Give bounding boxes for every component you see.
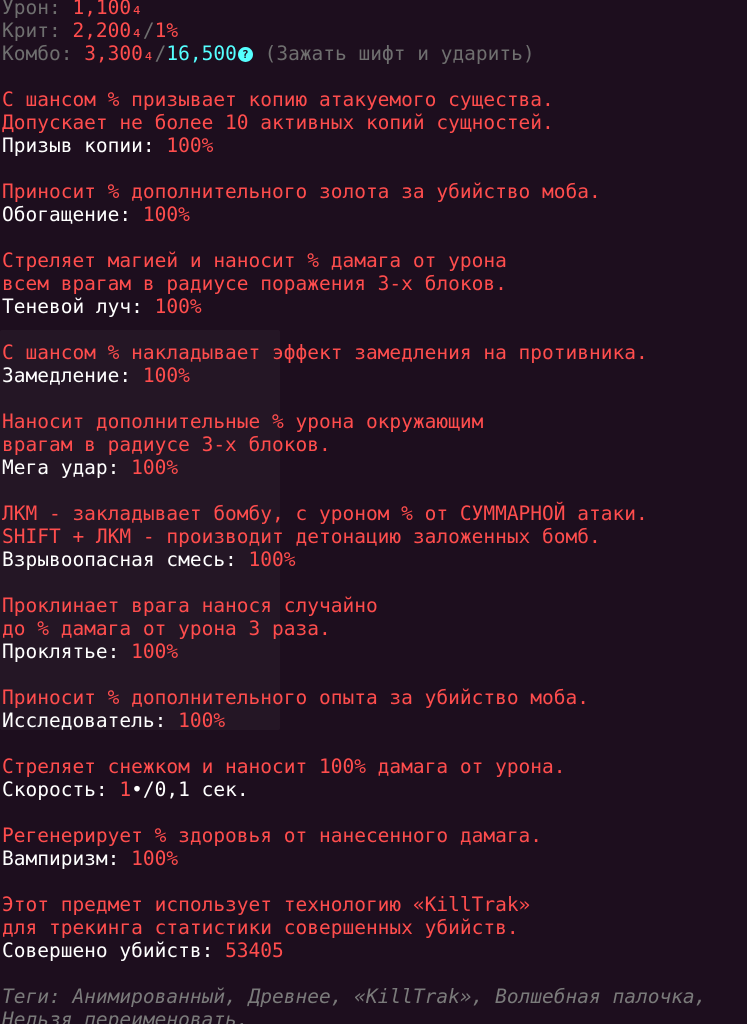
ability-description: Стреляет снежком и наносит 100% дамага о… [2, 755, 566, 778]
abilities-list: С шансом % призывает копию атакуемого су… [2, 88, 747, 985]
ability-stat: Исследователь: 100% [2, 709, 747, 732]
crit-sign-icon: ₄ [131, 19, 143, 42]
ability-stat: Вампиризм: 100% [2, 847, 747, 870]
ability-description: до % дамага от урона 3 раза. [2, 617, 331, 640]
ability-name: Взрывоопасная смесь: [2, 548, 249, 571]
ability-value: 100% [178, 709, 226, 732]
tags-line-2: Нельзя переименовать. [2, 1008, 249, 1024]
ability-description: Этот предмет использует технологию «Kill… [2, 893, 531, 916]
ability-block: ЛКМ - закладывает бомбу, с уроном % от С… [2, 502, 747, 594]
combo-stat: Комбо: 3,300₄/16,500? (Зажать шифт и уда… [2, 42, 747, 65]
ability-description: для трекинга статистики совершенных убий… [2, 916, 519, 939]
ability-stat: Мега удар: 100% [2, 456, 747, 479]
ability-value: 100% [154, 295, 202, 318]
crit-chance: 1% [154, 19, 179, 42]
ability-description: Наносит дополнительные % урона окружающи… [2, 410, 484, 433]
damage-stat: Урон: 1,100₄ [2, 0, 747, 19]
ability-name: Проклятье: [2, 640, 132, 663]
ability-value: 100% [131, 456, 179, 479]
ability-stat: Замедление: 100% [2, 364, 747, 387]
ability-block: Этот предмет использует технологию «Kill… [2, 893, 747, 985]
combo-label: Комбо: [2, 42, 85, 65]
damage-sign-icon: ₄ [131, 0, 143, 19]
combo-hint: (Зажать шифт и ударить) [252, 42, 535, 65]
ability-description: Регенерирует % здоровья от нанесенного д… [2, 824, 543, 847]
ability-value: 100% [131, 847, 179, 870]
crit-stat: Крит: 2,200₄/1% [2, 19, 747, 42]
ability-block: С шансом % накладывает эффект замедления… [2, 341, 747, 410]
ability-description: Приносит % дополнительного золота за уби… [2, 180, 601, 203]
ability-value-suffix: /0,1 сек. [142, 778, 249, 801]
ability-value: 100% [166, 134, 214, 157]
crit-value: 2,200 [72, 19, 132, 42]
combo-sign-icon: ₄ [142, 42, 155, 65]
ability-block: Проклинает врага нанося случайно до % дам… [2, 594, 747, 686]
ability-description: Стреляет магией и наносит % дамага от ур… [2, 249, 507, 272]
ability-description: Допускает не более 10 активных копий сущ… [2, 111, 554, 134]
ability-stat: Взрывоопасная смесь: 100% [2, 548, 747, 571]
ability-stat: Проклятье: 100% [2, 640, 747, 663]
ability-name: Призыв копии: [2, 134, 167, 157]
ability-description: врагам в радиусе 3-х блоков. [2, 433, 331, 456]
ability-value: 100% [131, 640, 179, 663]
damage-value: 1,100 [72, 0, 132, 19]
ability-description: С шансом % призывает копию атакуемого су… [2, 88, 554, 111]
ability-stat: Обогащение: 100% [2, 203, 747, 226]
combo-max: 16,500 [166, 42, 237, 65]
ability-name: Скорость: [2, 778, 120, 801]
ability-name: Теневой луч: [2, 295, 155, 318]
ability-name: Вампиризм: [2, 847, 132, 870]
ability-stat: Скорость: 1•/0,1 сек. [2, 778, 747, 801]
question-icon: ? [237, 47, 253, 62]
ability-block: Наносит дополнительные % урона окружающи… [2, 410, 747, 502]
tooltip-content: Урон: 1,100₄ Крит: 2,200₄/1% Комбо: 3,30… [2, 0, 747, 1024]
ability-name: Исследователь: [2, 709, 179, 732]
ability-block: Стреляет магией и наносит % дамага от ур… [2, 249, 747, 341]
ability-description: SHIFT + ЛКМ - производит детонацию залож… [2, 525, 601, 548]
ability-name: Мега удар: [2, 456, 132, 479]
ability-block: Регенерирует % здоровья от нанесенного д… [2, 824, 747, 893]
ability-block: Стреляет снежком и наносит 100% дамага о… [2, 755, 747, 824]
ability-name: Обогащение: [2, 203, 143, 226]
combo-value: 3,300 [84, 42, 143, 65]
tags-line-1: Теги: Анимированный, Древнее, «KillTrak»… [2, 985, 707, 1008]
bullet-icon: • [131, 778, 143, 801]
ability-value: 100% [248, 548, 296, 571]
ability-value: 53405 [225, 939, 284, 962]
ability-stat: Призыв копии: 100% [2, 134, 747, 157]
ability-value: 1 [119, 778, 132, 801]
ability-description: Проклинает врага нанося случайно [2, 594, 378, 617]
damage-label: Урон: [2, 0, 73, 19]
item-tooltip: Урон: 1,100₄ Крит: 2,200₄/1% Комбо: 3,30… [0, 0, 747, 1024]
ability-name: Совершено убийств: [2, 939, 226, 962]
ability-description: Приносит % дополнительного опыта за убий… [2, 686, 589, 709]
ability-value: 100% [142, 203, 190, 226]
ability-value: 100% [142, 364, 190, 387]
ability-block: Приносит % дополнительного золота за уби… [2, 180, 747, 249]
ability-name: Замедление: [2, 364, 143, 387]
ability-stat: Совершено убийств: 53405 [2, 939, 747, 962]
ability-description: С шансом % накладывает эффект замедления… [2, 341, 648, 364]
ability-description: ЛКМ - закладывает бомбу, с уроном % от С… [2, 502, 648, 525]
ability-description: всем врагам в радиусе поражения 3-х блок… [2, 272, 507, 295]
crit-separator: / [142, 19, 155, 42]
ability-block: Приносит % дополнительного опыта за убий… [2, 686, 747, 755]
ability-stat: Теневой луч: 100% [2, 295, 747, 318]
crit-label: Крит: [2, 19, 73, 42]
ability-block: С шансом % призывает копию атакуемого су… [2, 88, 747, 180]
combo-separator: / [154, 42, 167, 65]
